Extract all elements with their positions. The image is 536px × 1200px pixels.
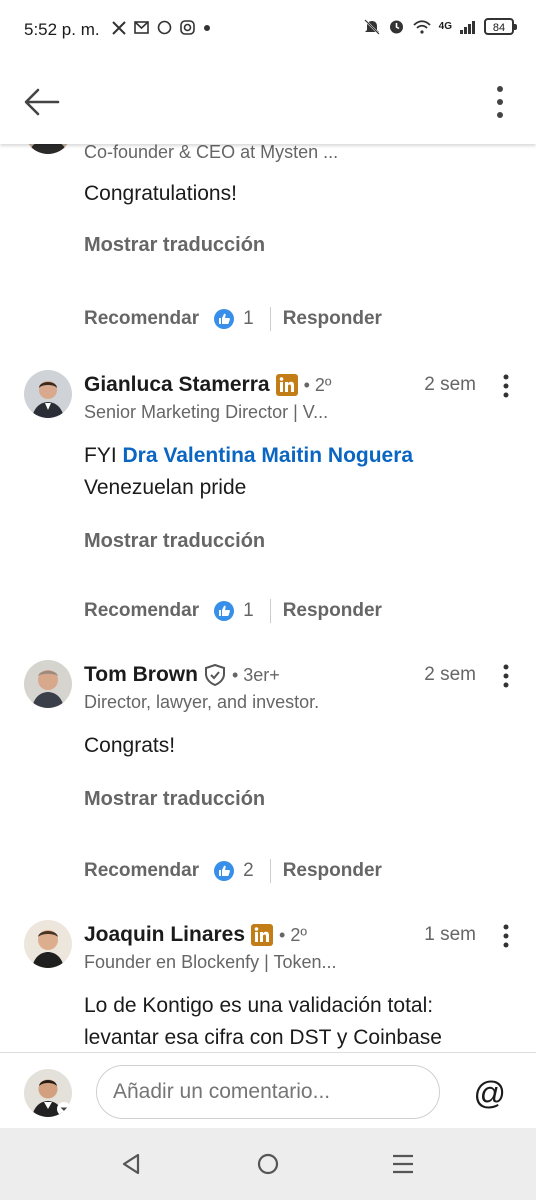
reply-button[interactable]: Responder bbox=[283, 308, 382, 330]
avatar[interactable] bbox=[24, 660, 72, 708]
x-icon bbox=[112, 20, 126, 35]
nav-menu-icon[interactable] bbox=[392, 1154, 414, 1174]
comment-list[interactable]: Co-founder & CEO at Mysten ... Congratul… bbox=[0, 144, 536, 1052]
comment-text: FYI Dra Valentina Maitin Noguera Venezue… bbox=[84, 440, 413, 504]
linkedin-premium-icon bbox=[251, 924, 274, 946]
mail-icon bbox=[134, 21, 149, 34]
mention-button[interactable]: @ bbox=[474, 1075, 506, 1112]
author-headline: Director, lawyer, and investor. bbox=[84, 692, 320, 712]
comment-text: Lo de Kontigo es una validación total: l… bbox=[84, 990, 442, 1052]
status-system-icons: 4G 84 bbox=[363, 18, 517, 35]
system-nav-bar bbox=[0, 1128, 536, 1200]
back-arrow-icon[interactable] bbox=[22, 82, 62, 122]
comment-more-icon[interactable] bbox=[500, 924, 512, 948]
my-avatar[interactable] bbox=[24, 1069, 72, 1117]
avatar[interactable] bbox=[24, 144, 72, 154]
author-headline: Co-founder & CEO at Mysten ... bbox=[84, 144, 339, 162]
reaction-count[interactable]: 1 bbox=[243, 308, 254, 330]
author-line: Tom Brown • 3er+ bbox=[84, 660, 280, 690]
comment-text-line: Venezuelan pride bbox=[84, 476, 247, 499]
action-divider bbox=[269, 307, 271, 331]
like-reaction-icon bbox=[214, 601, 235, 621]
status-time: 5:52 p. m. bbox=[24, 20, 100, 39]
status-notification-icons bbox=[112, 20, 211, 35]
like-reaction-icon bbox=[214, 861, 235, 881]
comment-more-icon[interactable] bbox=[500, 664, 512, 688]
status-bar: 5:52 p. m. 4G 84 bbox=[0, 0, 536, 60]
show-translation-link[interactable]: Mostrar traducción bbox=[84, 530, 265, 553]
overflow-menu-icon[interactable] bbox=[494, 84, 506, 120]
author-line: Gianluca Stamerra • 2º bbox=[84, 370, 331, 400]
wifi-icon bbox=[413, 19, 431, 34]
mute-icon bbox=[363, 18, 380, 35]
dot-icon bbox=[204, 24, 210, 31]
connection-degree: • 3er+ bbox=[231, 664, 280, 685]
comment-text: Congratulations! bbox=[84, 182, 237, 205]
verified-shield-icon bbox=[204, 664, 225, 686]
avatar[interactable] bbox=[24, 920, 72, 968]
comment-text-line: levantar esa cifra con DST y Coinbase bbox=[84, 1026, 442, 1049]
author-line: Joaquin Linares • 2º bbox=[84, 920, 307, 950]
like-button[interactable]: Recomendar bbox=[84, 308, 199, 330]
reaction-count[interactable]: 1 bbox=[243, 600, 254, 622]
comment-actions: Recomendar 1 Responder bbox=[84, 304, 382, 334]
show-translation-link[interactable]: Mostrar traducción bbox=[84, 234, 265, 257]
connection-degree: • 2º bbox=[303, 374, 332, 395]
like-button[interactable]: Recomendar bbox=[84, 600, 199, 622]
nav-back-icon[interactable] bbox=[120, 1152, 142, 1176]
comment-input[interactable] bbox=[96, 1065, 440, 1119]
battery-icon: 84 bbox=[484, 18, 517, 35]
mention-link[interactable]: Dra Valentina Maitin Noguera bbox=[123, 444, 414, 467]
author-name[interactable]: Joaquin Linares bbox=[84, 923, 245, 947]
author-name[interactable]: Tom Brown bbox=[84, 663, 198, 687]
connection-degree: • 2º bbox=[279, 924, 307, 945]
author-headline: Founder en Blockenfy | Token... bbox=[84, 952, 337, 972]
comment-time: 2 sem bbox=[424, 664, 476, 685]
comment-actions: Recomendar 2 Responder bbox=[84, 856, 382, 886]
show-translation-link[interactable]: Mostrar traducción bbox=[84, 788, 265, 811]
comment-time: 2 sem bbox=[424, 374, 476, 395]
reply-button[interactable]: Responder bbox=[283, 860, 382, 882]
action-divider bbox=[269, 859, 271, 883]
comment-text-prefix: FYI bbox=[84, 444, 117, 467]
whatsapp-icon bbox=[157, 20, 172, 35]
comment-text: Congrats! bbox=[84, 734, 176, 757]
like-button[interactable]: Recomendar bbox=[84, 860, 199, 882]
like-reaction-icon bbox=[214, 309, 235, 329]
reaction-count[interactable]: 2 bbox=[243, 860, 254, 882]
author-name[interactable]: Gianluca Stamerra bbox=[84, 373, 270, 397]
comment-actions: Recomendar 1 Responder bbox=[84, 596, 382, 626]
instagram-icon bbox=[180, 20, 195, 35]
comment-time: 1 sem bbox=[424, 924, 476, 945]
alarm-icon bbox=[389, 20, 403, 34]
reply-button[interactable]: Responder bbox=[283, 600, 382, 622]
comment-more-icon[interactable] bbox=[500, 374, 512, 398]
action-divider bbox=[269, 599, 271, 623]
avatar[interactable] bbox=[24, 370, 72, 418]
comment-text-line: Lo de Kontigo es una validación total: bbox=[84, 994, 434, 1017]
comment-composer: @ bbox=[0, 1052, 536, 1129]
author-headline: Senior Marketing Director | V... bbox=[84, 402, 329, 422]
linkedin-premium-icon bbox=[275, 374, 298, 396]
top-app-bar bbox=[0, 60, 536, 144]
nav-home-icon[interactable] bbox=[256, 1152, 280, 1176]
network-type: 4G bbox=[438, 21, 452, 32]
signal-icon bbox=[460, 20, 475, 34]
